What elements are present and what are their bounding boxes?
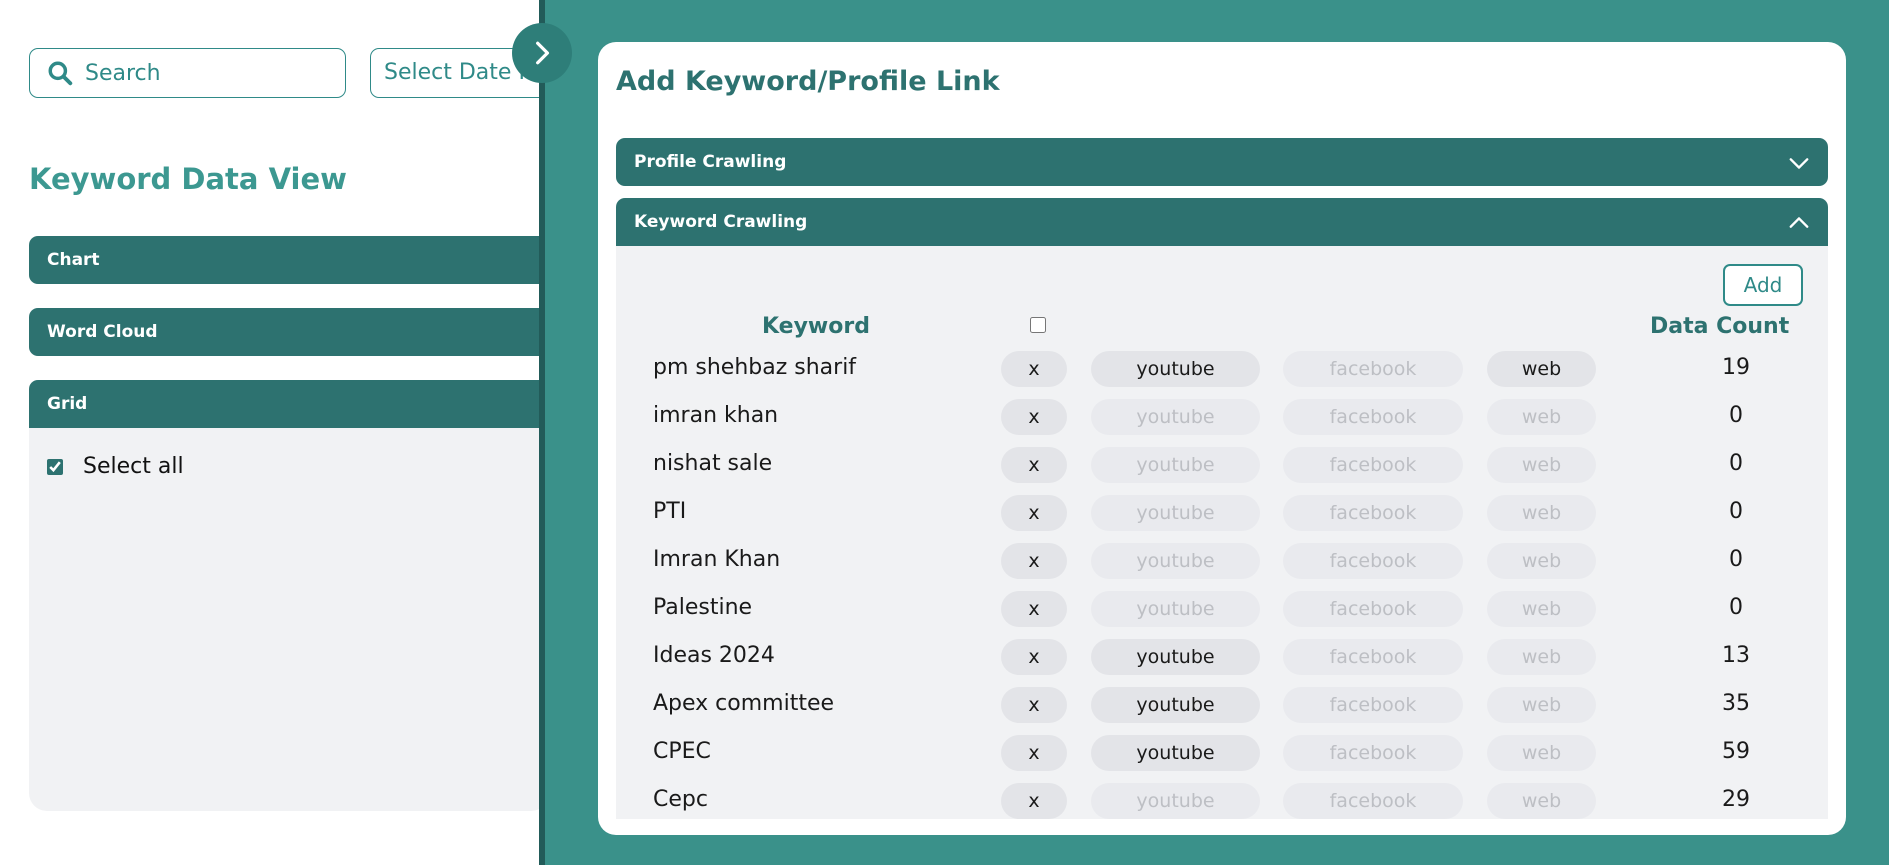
data-count: 0 bbox=[1729, 595, 1743, 620]
youtube-toggle[interactable]: youtube bbox=[1091, 783, 1260, 819]
keyword-row: CPEC x youtube facebook web 59 bbox=[616, 730, 1828, 778]
keyword-name: Apex committee bbox=[653, 691, 835, 716]
web-toggle[interactable]: web bbox=[1487, 735, 1596, 771]
data-count: 0 bbox=[1729, 451, 1743, 476]
delete-keyword-button[interactable]: x bbox=[1001, 591, 1067, 627]
keyword-crawling-body: Add Keyword Data Count pm shehbaz sharif… bbox=[616, 246, 1828, 819]
data-count: 29 bbox=[1722, 787, 1750, 812]
keyword-row: Apex committee x youtube facebook web 35 bbox=[616, 682, 1828, 730]
data-count: 0 bbox=[1729, 547, 1743, 572]
delete-keyword-button[interactable]: x bbox=[1001, 447, 1067, 483]
facebook-toggle[interactable]: facebook bbox=[1283, 783, 1463, 819]
web-toggle[interactable]: web bbox=[1487, 495, 1596, 531]
delete-keyword-button[interactable]: x bbox=[1001, 495, 1067, 531]
profile-crawling-label: Profile Crawling bbox=[634, 152, 787, 172]
keyword-name: Cepc bbox=[653, 787, 708, 812]
youtube-toggle[interactable]: youtube bbox=[1091, 735, 1260, 771]
facebook-toggle[interactable]: facebook bbox=[1283, 495, 1463, 531]
keyword-row: Palestine x youtube facebook web 0 bbox=[616, 586, 1828, 634]
profile-crawling-header[interactable]: Profile Crawling bbox=[616, 138, 1828, 186]
chevron-right-icon bbox=[536, 41, 550, 65]
select-all-checkbox[interactable] bbox=[47, 458, 63, 475]
web-toggle[interactable]: web bbox=[1487, 591, 1596, 627]
keyword-row: Cepc x youtube facebook web 29 bbox=[616, 778, 1828, 819]
search-input[interactable] bbox=[85, 60, 315, 86]
keyword-row: PTI x youtube facebook web 0 bbox=[616, 490, 1828, 538]
select-all-option[interactable]: Select all bbox=[47, 454, 184, 479]
delete-keyword-button[interactable]: x bbox=[1001, 639, 1067, 675]
web-toggle[interactable]: web bbox=[1487, 543, 1596, 579]
keyword-drawer: Add Keyword/Profile Link Profile Crawlin… bbox=[539, 0, 1889, 865]
web-toggle[interactable]: web bbox=[1487, 687, 1596, 723]
keyword-name: nishat sale bbox=[653, 451, 773, 476]
youtube-toggle[interactable]: youtube bbox=[1091, 351, 1260, 387]
facebook-toggle[interactable]: facebook bbox=[1283, 591, 1463, 627]
data-count: 0 bbox=[1729, 499, 1743, 524]
chart-accordion[interactable]: Chart bbox=[29, 236, 549, 284]
data-count: 35 bbox=[1722, 691, 1750, 716]
youtube-toggle[interactable]: youtube bbox=[1091, 495, 1260, 531]
keyword-crawling-header[interactable]: Keyword Crawling bbox=[616, 198, 1828, 246]
search-box[interactable] bbox=[29, 48, 346, 98]
youtube-toggle[interactable]: youtube bbox=[1091, 639, 1260, 675]
delete-keyword-button[interactable]: x bbox=[1001, 351, 1067, 387]
grid-panel: Select all bbox=[29, 428, 549, 811]
data-count: 0 bbox=[1729, 403, 1743, 428]
youtube-toggle[interactable]: youtube bbox=[1091, 687, 1260, 723]
keyword-name: Imran Khan bbox=[653, 547, 781, 572]
youtube-toggle[interactable]: youtube bbox=[1091, 543, 1260, 579]
chevron-up-icon bbox=[1789, 217, 1809, 228]
web-toggle[interactable]: web bbox=[1487, 783, 1596, 819]
data-count: 19 bbox=[1722, 355, 1750, 380]
keyword-row: pm shehbaz sharif x youtube facebook web… bbox=[616, 346, 1828, 394]
facebook-toggle[interactable]: facebook bbox=[1283, 351, 1463, 387]
keyword-crawling-label: Keyword Crawling bbox=[634, 212, 808, 232]
keyword-row: Ideas 2024 x youtube facebook web 13 bbox=[616, 634, 1828, 682]
web-toggle[interactable]: web bbox=[1487, 639, 1596, 675]
data-count-column-header: Data Count bbox=[1650, 314, 1790, 339]
youtube-toggle[interactable]: youtube bbox=[1091, 591, 1260, 627]
add-keyword-modal: Add Keyword/Profile Link Profile Crawlin… bbox=[598, 42, 1846, 835]
drawer-toggle-button[interactable] bbox=[512, 23, 572, 83]
word-cloud-accordion[interactable]: Word Cloud bbox=[29, 308, 549, 356]
grid-accordion[interactable]: Grid bbox=[29, 380, 549, 428]
facebook-toggle[interactable]: facebook bbox=[1283, 735, 1463, 771]
facebook-toggle[interactable]: facebook bbox=[1283, 687, 1463, 723]
keyword-column-header: Keyword bbox=[762, 314, 870, 339]
select-all-label: Select all bbox=[83, 454, 184, 479]
keyword-row: nishat sale x youtube facebook web 0 bbox=[616, 442, 1828, 490]
page-title: Keyword Data View bbox=[29, 162, 347, 196]
facebook-toggle[interactable]: facebook bbox=[1283, 447, 1463, 483]
keyword-name: PTI bbox=[653, 499, 687, 524]
chevron-down-icon bbox=[1789, 158, 1809, 169]
keyword-name: Ideas 2024 bbox=[653, 643, 775, 668]
search-icon bbox=[48, 61, 73, 86]
data-count: 59 bbox=[1722, 739, 1750, 764]
youtube-toggle[interactable]: youtube bbox=[1091, 399, 1260, 435]
facebook-toggle[interactable]: facebook bbox=[1283, 399, 1463, 435]
keyword-name: pm shehbaz sharif bbox=[653, 355, 857, 380]
delete-keyword-button[interactable]: x bbox=[1001, 783, 1067, 819]
web-toggle[interactable]: web bbox=[1487, 351, 1596, 387]
keyword-row: imran khan x youtube facebook web 0 bbox=[616, 394, 1828, 442]
select-all-keywords-checkbox[interactable] bbox=[1030, 317, 1046, 333]
delete-keyword-button[interactable]: x bbox=[1001, 543, 1067, 579]
keyword-name: Palestine bbox=[653, 595, 753, 620]
modal-title: Add Keyword/Profile Link bbox=[616, 66, 1000, 97]
delete-keyword-button[interactable]: x bbox=[1001, 687, 1067, 723]
youtube-toggle[interactable]: youtube bbox=[1091, 447, 1260, 483]
keyword-name: CPEC bbox=[653, 739, 711, 764]
web-toggle[interactable]: web bbox=[1487, 399, 1596, 435]
delete-keyword-button[interactable]: x bbox=[1001, 735, 1067, 771]
facebook-toggle[interactable]: facebook bbox=[1283, 639, 1463, 675]
add-button[interactable]: Add bbox=[1723, 264, 1803, 306]
facebook-toggle[interactable]: facebook bbox=[1283, 543, 1463, 579]
keyword-name: imran khan bbox=[653, 403, 779, 428]
web-toggle[interactable]: web bbox=[1487, 447, 1596, 483]
data-count: 13 bbox=[1722, 643, 1750, 668]
delete-keyword-button[interactable]: x bbox=[1001, 399, 1067, 435]
keyword-row: Imran Khan x youtube facebook web 0 bbox=[616, 538, 1828, 586]
